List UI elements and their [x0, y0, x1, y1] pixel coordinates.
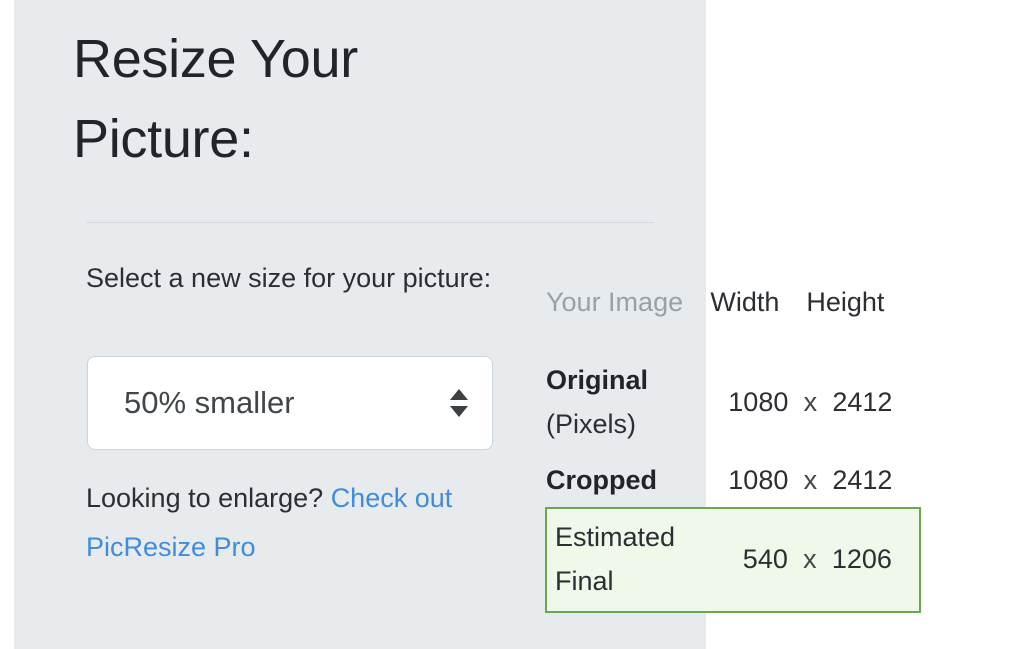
enlarge-prompt: Looking to enlarge? Check out PicResize …: [86, 474, 498, 572]
panel-content: Resize Your Picture: Select a new size f…: [73, 0, 706, 562]
size-select[interactable]: 50% smaller: [87, 356, 493, 450]
chevron-down-icon: [450, 406, 468, 417]
row-label-original-main: Original: [546, 365, 649, 396]
chevron-up-icon: [450, 389, 468, 400]
table-header-your-image: Your Image: [546, 287, 684, 318]
table-header-dimensions: Width Height: [707, 254, 920, 352]
final-height-value: 1206: [831, 544, 892, 575]
original-dim-separator: x: [803, 387, 818, 418]
image-size-table: Your Image Width Height Original (Pixels)…: [545, 254, 922, 613]
final-dim-separator: x: [803, 544, 817, 575]
row-label-original-sub: (Pixels): [546, 409, 637, 439]
chevron-updown-icon: [450, 388, 468, 418]
cropped-dim-separator: x: [803, 464, 818, 495]
row-label-original: Original (Pixels): [546, 352, 707, 454]
page-root: Resize Your Picture: Select a new size f…: [0, 0, 1027, 649]
enlarge-prompt-text: Looking to enlarge?: [86, 483, 331, 513]
cropped-width-value: 1080: [728, 464, 789, 495]
table-row-cropped: Cropped 1080 x 2412: [546, 454, 920, 508]
table-header-row: Your Image Width Height: [546, 254, 920, 352]
row-label-final-sub: Final: [555, 566, 614, 596]
table-header-width: Width: [710, 287, 780, 318]
table-header-height: Height: [806, 287, 885, 318]
size-select-value: 50% smaller: [124, 385, 295, 420]
cropped-height-value: 2412: [832, 464, 893, 495]
row-label-estimated-final: Estimated Final: [545, 507, 707, 613]
row-label-cropped: Cropped: [546, 454, 707, 508]
table-row-estimated-final: Estimated Final 540 x 1206: [545, 507, 922, 613]
row-label-final-main: Estimated: [555, 522, 676, 553]
section-divider: [86, 222, 654, 223]
page-title: Resize Your Picture:: [73, 29, 358, 169]
row-dims-estimated-final: 540 x 1206: [706, 507, 922, 613]
row-dims-cropped: 1080 x 2412: [707, 454, 920, 508]
original-width-value: 1080: [728, 387, 789, 418]
original-height-value: 2412: [832, 387, 893, 418]
final-width-value: 540: [742, 544, 788, 575]
table-row-original: Original (Pixels) 1080 x 2412: [546, 352, 920, 454]
row-dims-original: 1080 x 2412: [707, 352, 920, 454]
row-label-cropped-main: Cropped: [546, 464, 657, 495]
size-select-label: Select a new size for your picture:: [86, 263, 492, 293]
